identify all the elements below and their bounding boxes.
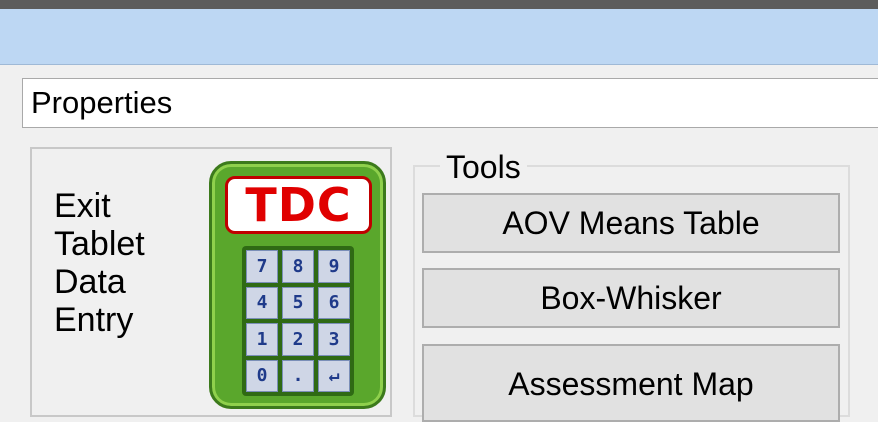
key-6: 6 (318, 286, 350, 319)
exit-line: Exit (54, 187, 111, 225)
assessment-map-button[interactable]: Assessment Map (422, 344, 840, 422)
data-line: Data (54, 263, 126, 301)
aov-means-table-button[interactable]: AOV Means Table (422, 193, 840, 253)
key-1: 1 (246, 323, 278, 356)
exit-tablet-panel[interactable]: Exit Tablet Data Entry TDC 7 8 9 4 5 6 1… (30, 147, 392, 417)
key-dot: . (282, 359, 314, 392)
key-4: 4 (246, 286, 278, 319)
key-7: 7 (246, 250, 278, 283)
tdc-device-icon[interactable]: TDC 7 8 9 4 5 6 1 2 3 0 . ↵ (209, 161, 386, 409)
tdc-logo: TDC (225, 176, 372, 234)
properties-field[interactable]: Properties (22, 78, 878, 128)
box-whisker-button[interactable]: Box-Whisker (422, 268, 840, 328)
key-2: 2 (282, 323, 314, 356)
keypad-icon: 7 8 9 4 5 6 1 2 3 0 . ↵ (242, 246, 354, 396)
key-5: 5 (282, 286, 314, 319)
key-3: 3 (318, 323, 350, 356)
tools-legend: Tools (440, 150, 527, 184)
key-0: 0 (246, 359, 278, 392)
exit-tablet-label[interactable]: Exit Tablet Data Entry (54, 187, 145, 339)
title-bar[interactable] (0, 9, 878, 65)
entry-line: Entry (54, 301, 134, 339)
key-8: 8 (282, 250, 314, 283)
key-9: 9 (318, 250, 350, 283)
window-top-border (0, 0, 878, 9)
key-enter: ↵ (318, 359, 350, 392)
tablet-line: Tablet (54, 225, 145, 263)
